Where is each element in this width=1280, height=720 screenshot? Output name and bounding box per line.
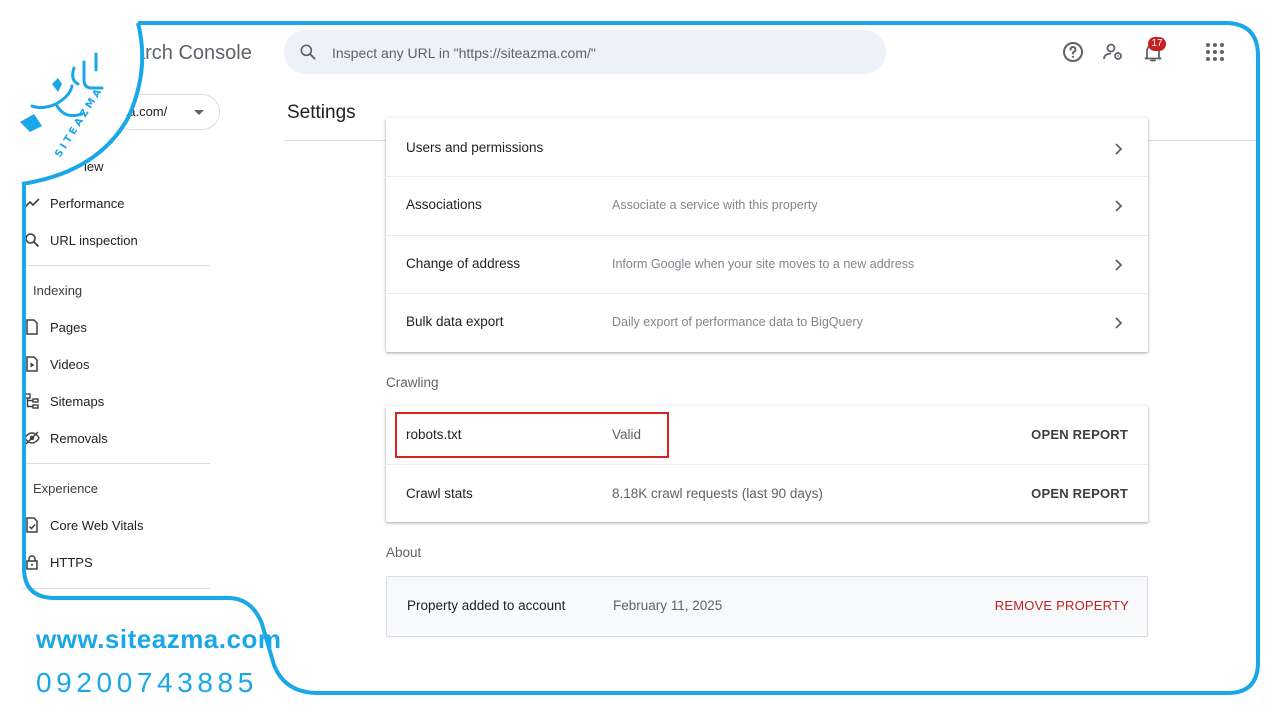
row-title: Bulk data export — [406, 314, 504, 329]
settings-row-change-of-address[interactable]: Change of address Inform Google when you… — [386, 235, 1148, 294]
row-date: February 11, 2025 — [613, 598, 723, 613]
sidebar-item-label: Performance — [50, 196, 125, 211]
apps-grid-icon[interactable] — [1203, 40, 1227, 64]
settings-row-crawl-stats[interactable]: Crawl stats 8.18K crawl requests (last 9… — [386, 464, 1148, 523]
sidebar-item-label: Sitemaps — [50, 394, 105, 409]
about-card: Property added to account February 11, 2… — [386, 576, 1148, 637]
sidebar-item-url-inspection[interactable]: URL inspection — [22, 227, 212, 255]
settings-row-bulk-data-export[interactable]: Bulk data export Daily export of perform… — [386, 293, 1148, 352]
section-title-about: About — [386, 545, 422, 560]
sidebar-item-label: Pages — [50, 320, 87, 335]
sidebar-item-label: iew — [84, 159, 104, 174]
sidebar-item-label: Removals — [50, 431, 108, 446]
settings-row-users-permissions[interactable]: Users and permissions — [386, 118, 1148, 176]
sidebar-section-experience: Experience — [33, 481, 99, 496]
sidebar-item-label: URL inspection — [50, 233, 138, 248]
open-report-button[interactable]: OPEN REPORT — [1031, 427, 1128, 442]
manage-users-icon[interactable] — [1101, 40, 1125, 64]
row-description: Daily export of performance data to BigQ… — [612, 315, 863, 329]
sidebar-item-https[interactable]: HTTPS — [22, 549, 212, 577]
row-description: Associate a service with this property — [612, 198, 818, 212]
row-title: Crawl stats — [406, 486, 473, 501]
siteazma-logo: SITEAZMA — [20, 52, 106, 160]
trending-up-icon — [24, 198, 40, 208]
sidebar-divider — [22, 588, 210, 589]
sidebar-item-removals[interactable]: Removals — [22, 425, 212, 453]
sidebar-item-label: Core Web Vitals — [50, 518, 144, 533]
row-title: Users and permissions — [406, 140, 544, 155]
sidebar-item-sitemaps[interactable]: Sitemaps — [22, 388, 212, 416]
row-description: Inform Google when your site moves to a … — [612, 257, 915, 271]
sidebar-divider — [22, 265, 210, 266]
search-icon — [25, 233, 40, 248]
open-report-button[interactable]: OPEN REPORT — [1031, 486, 1128, 501]
robots-highlight-box — [395, 412, 669, 458]
general-settings-card: Users and permissions Associations Assoc… — [386, 118, 1148, 352]
app-title: arch Console — [134, 42, 252, 64]
url-inspection-search[interactable] — [284, 30, 886, 76]
row-title: Associations — [406, 197, 482, 212]
sidebar-item-label: Videos — [50, 357, 90, 372]
sidebar-item-performance[interactable]: Performance — [22, 190, 212, 218]
search-icon — [300, 44, 316, 60]
search-input[interactable] — [330, 30, 874, 76]
page-title: Settings — [287, 102, 356, 123]
sitemap-icon — [24, 393, 39, 409]
lock-icon — [26, 555, 38, 570]
sidebar-item-label: HTTPS — [50, 555, 93, 570]
pages-icon — [26, 319, 38, 335]
sidebar-section-indexing: Indexing — [33, 283, 83, 298]
remove-property-button[interactable]: REMOVE PROPERTY — [995, 598, 1129, 613]
svg-text:SITEAZMA: SITEAZMA — [53, 85, 105, 160]
settings-row-associations[interactable]: Associations Associate a service with th… — [386, 176, 1148, 235]
sidebar-item-core-web-vitals[interactable]: Core Web Vitals — [22, 512, 212, 540]
row-description: 8.18K crawl requests (last 90 days) — [612, 486, 823, 501]
chevron-right-icon — [1115, 200, 1123, 212]
removals-icon — [24, 431, 40, 445]
settings-row-property-added: Property added to account February 11, 2… — [387, 578, 1149, 636]
help-icon[interactable] — [1061, 40, 1085, 64]
section-title-crawling: Crawling — [386, 375, 439, 390]
search-console-window: arch Console 17 na.com/ — [22, 22, 1260, 692]
sidebar-item-pages[interactable]: Pages — [22, 314, 212, 342]
chevron-right-icon — [1115, 143, 1123, 155]
video-icon — [26, 356, 38, 372]
row-title: Change of address — [406, 256, 521, 271]
row-title: Property added to account — [407, 598, 566, 613]
gauge-icon — [26, 517, 38, 533]
chevron-right-icon — [1115, 259, 1123, 271]
chevron-right-icon — [1115, 317, 1123, 329]
sidebar-divider — [22, 463, 210, 464]
brand-phone: 09200743885 — [36, 667, 258, 698]
chevron-down-icon — [194, 110, 204, 115]
notification-badge: 17 — [1148, 37, 1166, 51]
brand-website: www.siteazma.com — [36, 624, 282, 654]
sidebar-item-videos[interactable]: Videos — [22, 351, 212, 379]
